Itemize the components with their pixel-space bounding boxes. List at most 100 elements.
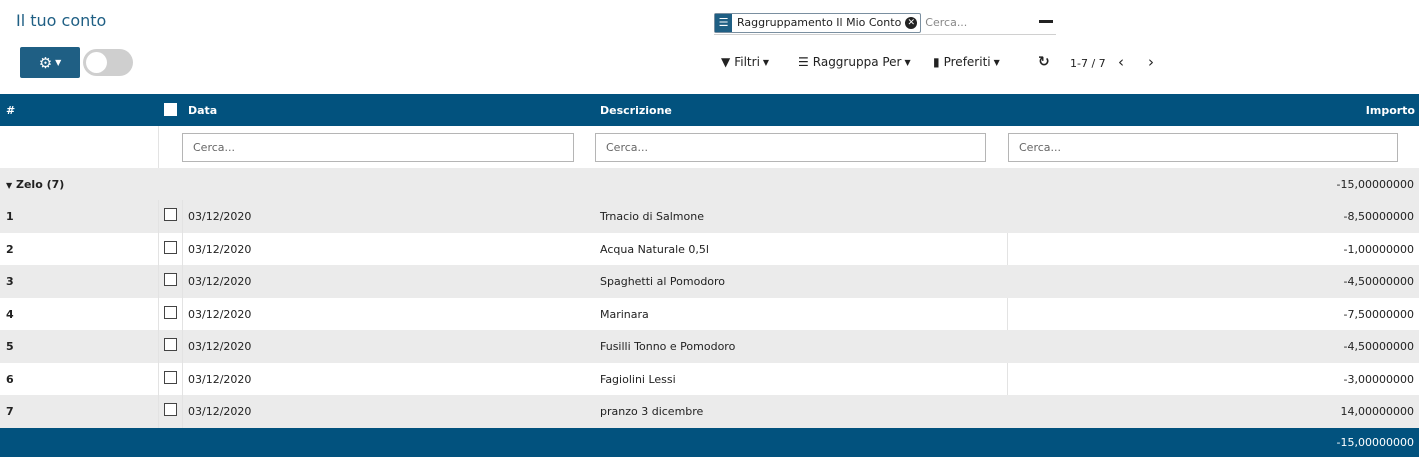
column-header-amount[interactable]: Importo	[1366, 104, 1415, 117]
group-name: ▼ Zelo (7)	[6, 178, 64, 191]
row-amount: -8,50000000	[1343, 210, 1414, 223]
table-row[interactable]: 4 03/12/2020 Marinara -7,50000000	[0, 297, 1419, 330]
row-number: 6	[6, 372, 14, 386]
bookmark-icon: ▮	[933, 55, 940, 69]
caret-down-icon: ▼	[55, 58, 62, 67]
row-amount: -4,50000000	[1343, 275, 1414, 288]
row-description: Fusilli Tonno e Pomodoro	[600, 340, 736, 353]
row-description: Spaghetti al Pomodoro	[600, 275, 726, 288]
row-number: 5	[6, 340, 14, 353]
favorites-label: Preferiti	[943, 55, 991, 69]
group-row[interactable]: ▼ Zelo (7) -15,00000000	[0, 168, 1419, 200]
pager-value[interactable]: 1-7 / 7	[1070, 57, 1106, 70]
group-total: -15,00000000	[1336, 178, 1414, 191]
table-row[interactable]: 2 03/12/2020 Acqua Naturale 0,5l -1,0000…	[0, 232, 1419, 265]
row-date: 03/12/2020	[188, 210, 252, 223]
list-icon: ☰	[715, 13, 732, 32]
table-row[interactable]: 7 03/12/2020 pranzo 3 dicembre 14,000000…	[0, 395, 1419, 428]
column-divider	[182, 362, 183, 395]
refresh-icon[interactable]: ↻	[1038, 54, 1050, 70]
row-checkbox[interactable]	[164, 338, 177, 351]
filters-label: Filtri	[734, 55, 760, 69]
column-divider	[1007, 362, 1008, 395]
caret-down-icon: ▼	[993, 57, 1000, 67]
column-divider	[158, 395, 159, 428]
filter-icon: ▼	[721, 55, 731, 69]
table-row[interactable]: 3 03/12/2020 Spaghetti al Pomodoro -4,50…	[0, 265, 1419, 298]
row-amount: -4,50000000	[1343, 340, 1414, 353]
toggle-knob	[86, 52, 107, 73]
row-number: 1	[6, 210, 14, 223]
column-divider	[182, 330, 183, 363]
column-divider	[158, 200, 159, 233]
footer-total: -15,00000000	[1336, 436, 1414, 449]
table-row[interactable]: 1 03/12/2020 Trnacio di Salmone -8,50000…	[0, 200, 1419, 233]
remove-facet-icon[interactable]: ✕	[905, 16, 918, 29]
row-amount: -7,50000000	[1343, 307, 1414, 321]
date-filter-input[interactable]	[182, 133, 574, 162]
groupby-label: Raggruppa Per	[812, 55, 902, 69]
select-all-checkbox[interactable]	[164, 103, 177, 116]
column-header-date[interactable]: Data	[188, 104, 217, 117]
row-description: Marinara	[600, 307, 649, 321]
caret-down-icon: ▼	[762, 57, 770, 67]
column-header-description[interactable]: Descrizione	[600, 104, 672, 117]
column-header-number: #	[6, 104, 16, 117]
column-divider	[182, 232, 183, 265]
row-description: pranzo 3 dicembre	[600, 405, 704, 418]
description-filter-input[interactable]	[595, 133, 986, 162]
column-divider	[182, 200, 183, 233]
row-description: Trnacio di Salmone	[600, 210, 704, 223]
row-date: 03/12/2020	[188, 372, 252, 386]
row-amount: -1,00000000	[1343, 242, 1414, 256]
row-amount: 14,00000000	[1340, 405, 1414, 418]
search-facet-groupby[interactable]: ☰ Raggruppamento Il Mio Conto ✕	[714, 12, 922, 33]
row-date: 03/12/2020	[188, 340, 252, 353]
row-checkbox[interactable]	[164, 305, 177, 319]
action-gear-button[interactable]: ⚙ ▼	[20, 47, 80, 78]
row-description: Fagiolini Lessi	[600, 372, 676, 386]
column-divider	[158, 265, 159, 298]
row-date: 03/12/2020	[188, 275, 252, 288]
column-divider	[158, 297, 159, 330]
column-divider	[1007, 232, 1008, 265]
gear-icon: ⚙	[38, 53, 53, 72]
filters-dropdown[interactable]: ▼ Filtri ▼	[721, 55, 769, 69]
column-divider	[158, 362, 159, 395]
row-number: 3	[6, 275, 14, 288]
favorites-dropdown[interactable]: ▮ Preferiti ▼	[933, 55, 1000, 69]
bars-icon: ☰	[798, 55, 809, 69]
toggle-switch[interactable]	[83, 49, 133, 76]
column-divider	[182, 265, 183, 298]
table-footer: -15,00000000	[0, 428, 1419, 457]
caret-down-icon: ▼	[6, 181, 13, 190]
groupby-dropdown[interactable]: ☰ Raggruppa Per ▼	[798, 55, 911, 69]
page-title: Il tuo conto	[16, 11, 107, 30]
row-number: 2	[6, 242, 14, 256]
pager-previous-icon[interactable]: ‹	[1118, 53, 1124, 71]
row-checkbox[interactable]	[164, 208, 177, 221]
column-divider	[158, 330, 159, 363]
row-checkbox[interactable]	[164, 403, 177, 416]
amount-filter-input[interactable]	[1008, 133, 1398, 162]
row-checkbox[interactable]	[164, 273, 177, 286]
table-header: # Data Descrizione Importo	[0, 94, 1419, 126]
column-divider	[158, 232, 159, 265]
group-label: Zelo (7)	[16, 178, 65, 191]
pager-next-icon[interactable]: ›	[1148, 53, 1154, 71]
row-number: 4	[6, 307, 14, 321]
table-row[interactable]: 6 03/12/2020 Fagiolini Lessi -3,00000000	[0, 362, 1419, 395]
row-number: 7	[6, 405, 14, 418]
column-divider	[158, 126, 159, 168]
column-divider	[1007, 297, 1008, 330]
column-filter-row	[0, 126, 1419, 168]
row-amount: -3,00000000	[1343, 372, 1414, 386]
minus-icon[interactable]	[1039, 20, 1053, 23]
row-date: 03/12/2020	[188, 307, 252, 321]
search-input[interactable]	[925, 16, 1036, 29]
row-date: 03/12/2020	[188, 242, 252, 256]
row-checkbox[interactable]	[164, 370, 177, 384]
table-row[interactable]: 5 03/12/2020 Fusilli Tonno e Pomodoro -4…	[0, 330, 1419, 363]
row-checkbox[interactable]	[164, 240, 177, 254]
row-description: Acqua Naturale 0,5l	[600, 242, 709, 256]
